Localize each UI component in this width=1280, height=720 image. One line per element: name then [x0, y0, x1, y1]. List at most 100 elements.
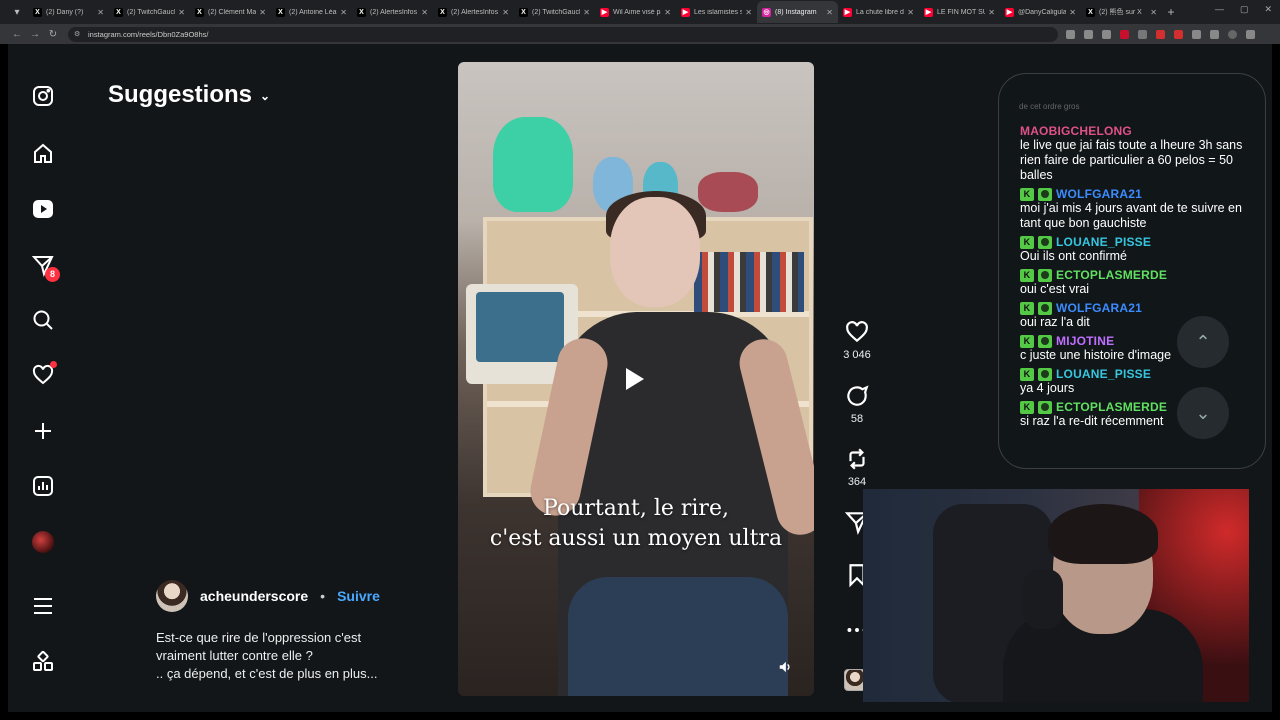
tab-favicon-icon: ▶ [924, 7, 933, 17]
close-window-icon[interactable]: ✕ [1264, 4, 1272, 15]
like-count: 3 046 [843, 349, 871, 361]
tab-close-icon[interactable]: ✕ [259, 8, 266, 17]
tab-close-icon[interactable]: ✕ [745, 8, 752, 17]
tab-close-icon[interactable]: ✕ [664, 8, 671, 17]
tab-close-icon[interactable]: ✕ [502, 8, 509, 17]
messages-icon[interactable]: 8 [30, 252, 60, 282]
forward-icon[interactable]: → [26, 29, 44, 40]
extension-record-icon[interactable] [1174, 29, 1183, 39]
install-icon[interactable] [1084, 29, 1093, 39]
chat-username: ECTOPLASMERDE [1056, 400, 1168, 414]
notification-dot [50, 361, 57, 368]
browser-tab[interactable]: X (2) AlertesInfos ✕ [352, 1, 433, 23]
maximize-icon[interactable]: ▢ [1240, 4, 1249, 15]
extensions-puzzle-icon[interactable] [1192, 29, 1201, 39]
tab-close-icon[interactable]: ✕ [340, 8, 347, 17]
create-plus-icon[interactable] [30, 418, 56, 444]
comment-button[interactable]: 58 [834, 383, 880, 425]
browser-tab[interactable]: X (2) 熊色 sur X ✕ [1081, 1, 1162, 23]
bookmark-star-icon[interactable] [1102, 29, 1111, 39]
more-apps-icon[interactable] [30, 649, 56, 675]
reel-video[interactable]: Pourtant, le rire, c'est aussi un moyen … [458, 62, 814, 696]
repost-button[interactable]: 364 [834, 446, 880, 488]
browser-menu-icon[interactable] [1246, 29, 1255, 39]
profile-avatar[interactable] [1228, 29, 1237, 39]
window-controls: — ▢ ✕ [1215, 4, 1272, 15]
like-button[interactable]: 3 046 [834, 319, 880, 361]
address-toolbar: ← → ↻ ⚙ instagram.com/reels/Dbn0Za9O8hs/ [0, 24, 1280, 44]
volume-icon[interactable] [778, 660, 792, 674]
browser-tab[interactable]: X (2) Dany (?) ✕ [28, 1, 109, 23]
play-icon[interactable] [626, 368, 644, 390]
chat-username: MAOBIGCHELONG [1020, 124, 1132, 138]
browser-tab[interactable]: ▶ Les islamistes sa ✕ [676, 1, 757, 23]
browser-tab[interactable]: ▶ Wil Aime visé pa ✕ [595, 1, 676, 23]
chat-text: le live que jai fais toute a lheure 3h s… [1020, 138, 1243, 182]
subscriber-badge-icon [1038, 400, 1052, 414]
suggestions-dropdown[interactable]: Suggestions ⌄ [108, 81, 270, 109]
site-info-icon[interactable]: ⚙ [74, 30, 84, 38]
follow-button[interactable]: Suivre [337, 588, 380, 604]
tab-close-icon[interactable]: ✕ [178, 8, 185, 17]
repost-count: 364 [847, 476, 867, 488]
menu-icon[interactable] [30, 593, 56, 619]
minimize-icon[interactable]: — [1215, 4, 1224, 15]
author-username[interactable]: acheunderscore [200, 588, 308, 604]
reels-icon[interactable] [30, 196, 56, 222]
profile-avatar-icon[interactable] [30, 529, 56, 555]
streamer-webcam [863, 489, 1249, 702]
extension-icon[interactable] [1138, 29, 1147, 39]
browser-tab[interactable]: ◎ (8) Instagram ✕ [757, 1, 838, 23]
browser-tab[interactable]: X (2) Antoine Léau ✕ [271, 1, 352, 23]
reload-icon[interactable]: ↻ [44, 29, 62, 40]
post-caption[interactable]: Est-ce que rire de l'oppression c'est vr… [156, 629, 416, 683]
extension-pdf-icon[interactable] [1120, 29, 1129, 39]
home-icon[interactable] [30, 141, 56, 167]
tab-close-icon[interactable]: ✕ [1150, 8, 1157, 17]
browser-tab[interactable]: ▶ @DanyCaligula ✕ [1000, 1, 1081, 23]
video-subtitle: Pourtant, le rire, c'est aussi un moyen … [458, 494, 814, 554]
tab-close-icon[interactable]: ✕ [907, 8, 914, 17]
search-icon[interactable] [30, 307, 56, 333]
repost-icon [849, 448, 865, 470]
zoom-icon[interactable] [1066, 29, 1075, 39]
chat-text: Oui ils ont confirmé [1020, 249, 1127, 263]
chat-message: K LOUANE_PISSE ya 4 jours [1020, 367, 1260, 396]
browser-tab[interactable]: ▶ LE FIN MOT SUR✕ [919, 1, 1000, 23]
back-icon[interactable]: ← [8, 29, 26, 40]
chat-username: LOUANE_PISSE [1056, 367, 1152, 381]
chevron-up-icon[interactable]: ⌃ [1177, 316, 1229, 368]
browser-tab[interactable]: X (2) TwitchGauche✕ [109, 1, 190, 23]
browser-tab[interactable]: ▶ La chute libre de ✕ [838, 1, 919, 23]
tab-close-icon[interactable]: ✕ [1069, 8, 1076, 17]
kick-badge-icon: K [1020, 235, 1034, 249]
browser-tab[interactable]: X (2) TwitchGauche✕ [514, 1, 595, 23]
tab-favicon-icon: ▶ [843, 7, 852, 17]
author-avatar[interactable] [156, 580, 188, 612]
tab-search-icon[interactable]: ▾ [6, 1, 28, 23]
tab-close-icon[interactable]: ✕ [583, 8, 590, 17]
kick-badge-icon: K [1020, 301, 1034, 315]
browser-tab[interactable]: X (2) AlertesInfos ✕ [433, 1, 514, 23]
chevron-down-icon[interactable]: ⌄ [1177, 387, 1229, 439]
microphone [1023, 569, 1063, 629]
tab-close-icon[interactable]: ✕ [421, 8, 428, 17]
media-icon[interactable] [1210, 29, 1219, 39]
tab-title: @DanyCaligula [1018, 8, 1067, 16]
chat-text: ya 4 jours [1020, 381, 1075, 395]
profile-avatar [32, 531, 54, 553]
new-tab-icon[interactable]: + [1162, 5, 1180, 19]
tab-strip: X(2) Dany (?)✕X(2) TwitchGauche✕X(2) Clé… [28, 1, 1162, 23]
tab-favicon-icon: X [276, 7, 285, 17]
extension-youtube-icon[interactable] [1156, 29, 1165, 39]
tab-close-icon[interactable]: ✕ [988, 8, 995, 17]
caption-line: .. ça dépend, et c'est de plus en plus..… [156, 666, 378, 681]
notifications-heart-icon[interactable] [30, 361, 57, 388]
chat-message: MAOBIGCHELONG le live que jai fais toute … [1020, 124, 1260, 183]
tab-close-icon[interactable]: ✕ [97, 8, 104, 17]
tab-close-icon[interactable]: ✕ [826, 8, 833, 17]
dashboard-icon[interactable] [30, 473, 56, 499]
url-bar[interactable]: ⚙ instagram.com/reels/Dbn0Za9O8hs/ [68, 26, 1058, 42]
instagram-logo-icon[interactable] [30, 83, 56, 109]
browser-tab[interactable]: X (2) Clément Ma ✕ [190, 1, 271, 23]
